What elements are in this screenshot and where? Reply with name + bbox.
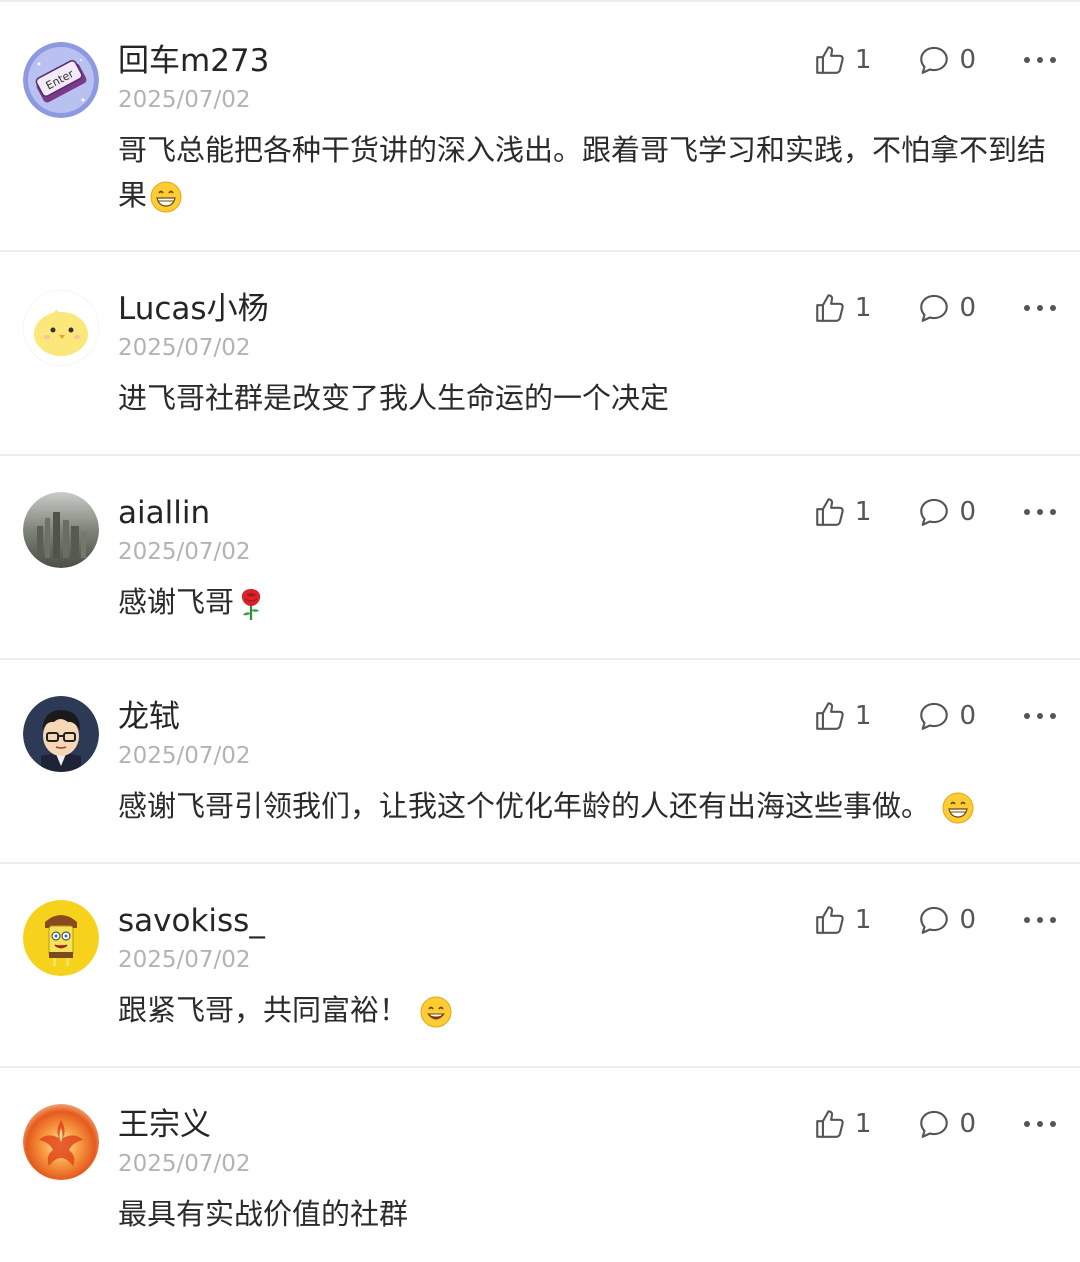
comment-text: 感谢飞哥引领我们，让我这个优化年龄的人还有出海这些事做。: [118, 784, 1058, 829]
comment-date: 2025/07/02: [118, 87, 251, 113]
thumbs-up-icon: [816, 702, 844, 730]
reply-button[interactable]: 0: [917, 902, 976, 938]
comment-actions: 1 0: [813, 696, 1058, 736]
comment-text: 跟紧飞哥，共同富裕！: [118, 988, 1058, 1033]
grin-emoji-icon: [942, 792, 974, 824]
reply-count: 0: [959, 45, 976, 75]
reply-button[interactable]: 0: [917, 1106, 976, 1142]
comment-text: 哥飞总能把各种干货讲的深入浅出。跟着哥飞学习和实践，不怕拿不到结果: [118, 128, 1058, 218]
like-button[interactable]: 1: [813, 290, 872, 326]
like-count: 1: [854, 45, 872, 75]
comment-text: 最具有实战价值的社群: [118, 1192, 1058, 1237]
reply-count: 0: [959, 701, 976, 731]
smile-emoji-icon: [420, 996, 452, 1028]
thumbs-up-icon: [816, 294, 844, 322]
thumbs-up-icon: [816, 498, 844, 526]
yellow-chick-avatar[interactable]: [23, 290, 99, 366]
reply-count: 0: [959, 293, 976, 323]
more-dots-icon: [1024, 917, 1056, 923]
city-aerial-avatar[interactable]: [23, 492, 99, 568]
phoenix-fire-avatar[interactable]: [23, 1104, 99, 1180]
comment-text-body: 跟紧飞哥，共同富裕！: [118, 993, 409, 1027]
comment-text: 进飞哥社群是改变了我人生命运的一个决定: [118, 376, 1058, 421]
more-options-button[interactable]: [1022, 1106, 1058, 1142]
sponge-character-avatar[interactable]: [23, 900, 99, 976]
chat-bubble-icon: [920, 702, 949, 730]
thumbs-up-icon: [816, 1110, 844, 1138]
reply-count: 0: [959, 497, 976, 527]
comment-date: 2025/07/02: [118, 743, 251, 769]
comment-actions: 1 0: [813, 40, 1058, 80]
comment-text-body: 感谢飞哥引领我们，让我这个优化年龄的人还有出海这些事做。: [118, 789, 931, 823]
comment-text-body: 最具有实战价值的社群: [118, 1197, 409, 1231]
more-dots-icon: [1024, 57, 1056, 63]
more-options-button[interactable]: [1022, 42, 1058, 78]
comment-text-body: 进飞哥社群是改变了我人生命运的一个决定: [118, 381, 670, 415]
comment-username[interactable]: 王宗义: [118, 1104, 211, 1146]
more-options-button[interactable]: [1022, 902, 1058, 938]
comment-item: Lucas小杨 2025/07/02 1 0 进飞哥社群是改变了我人生命运的一个…: [0, 252, 1080, 456]
comment-username[interactable]: 回车m273: [118, 40, 269, 82]
reply-button[interactable]: 0: [917, 698, 976, 734]
like-count: 1: [854, 293, 872, 323]
comment-item: Enter 回车m273 2025/07/02 1 0 哥飞总能把各种干货讲的深…: [0, 2, 1080, 252]
more-dots-icon: [1024, 713, 1056, 719]
like-button[interactable]: 1: [813, 494, 872, 530]
comment-item: savokiss_ 2025/07/02 1 0 跟紧飞哥，共同富裕！: [0, 864, 1080, 1068]
comment-username[interactable]: 龙轼: [118, 696, 180, 738]
more-dots-icon: [1024, 509, 1056, 515]
comment-text-body: 感谢飞哥: [118, 585, 235, 619]
cartoon-glasses-avatar[interactable]: [23, 696, 99, 772]
comment-text: 感谢飞哥: [118, 580, 1058, 625]
chat-bubble-icon: [920, 294, 949, 322]
like-count: 1: [854, 497, 872, 527]
comment-item: 龙轼 2025/07/02 1 0 感谢飞哥引领我们，让我这个优化年龄的人还有出…: [0, 660, 1080, 864]
chat-bubble-icon: [920, 498, 949, 526]
grin-emoji-icon: [150, 181, 182, 213]
rose-emoji-icon: [241, 589, 261, 620]
more-options-button[interactable]: [1022, 494, 1058, 530]
comment-item: aiallin 2025/07/02 1 0 感谢飞哥: [0, 456, 1080, 660]
more-dots-icon: [1024, 305, 1056, 311]
comment-actions: 1 0: [813, 900, 1058, 940]
comment-date: 2025/07/02: [118, 1151, 251, 1177]
comment-date: 2025/07/02: [118, 335, 251, 361]
comment-text-body: 哥飞总能把各种干货讲的深入浅出。跟着哥飞学习和实践，不怕拿不到结果: [118, 133, 1047, 212]
reply-button[interactable]: 0: [917, 290, 976, 326]
comment-item: 王宗义 2025/07/02 1 0 最具有实战价值的社群: [0, 1068, 1080, 1262]
like-button[interactable]: 1: [813, 42, 872, 78]
comment-actions: 1 0: [813, 1104, 1058, 1144]
comment-username[interactable]: savokiss_: [118, 900, 265, 942]
like-button[interactable]: 1: [813, 902, 872, 938]
comment-username[interactable]: Lucas小杨: [118, 288, 269, 330]
like-count: 1: [854, 905, 872, 935]
thumbs-up-icon: [816, 906, 844, 934]
like-count: 1: [854, 701, 872, 731]
chat-bubble-icon: [920, 1110, 949, 1138]
comment-actions: 1 0: [813, 288, 1058, 328]
more-options-button[interactable]: [1022, 290, 1058, 326]
enter-key-avatar[interactable]: Enter: [23, 42, 99, 118]
thumbs-up-icon: [816, 46, 844, 74]
reply-button[interactable]: 0: [917, 42, 976, 78]
like-button[interactable]: 1: [813, 698, 872, 734]
chat-bubble-icon: [920, 46, 949, 74]
like-button[interactable]: 1: [813, 1106, 872, 1142]
comment-date: 2025/07/02: [118, 539, 251, 565]
chat-bubble-icon: [920, 906, 949, 934]
comment-actions: 1 0: [813, 492, 1058, 532]
reply-count: 0: [959, 905, 976, 935]
like-count: 1: [854, 1109, 872, 1139]
comment-username[interactable]: aiallin: [118, 492, 210, 534]
more-options-button[interactable]: [1022, 698, 1058, 734]
comment-date: 2025/07/02: [118, 947, 251, 973]
more-dots-icon: [1024, 1121, 1056, 1127]
reply-button[interactable]: 0: [917, 494, 976, 530]
reply-count: 0: [959, 1109, 976, 1139]
